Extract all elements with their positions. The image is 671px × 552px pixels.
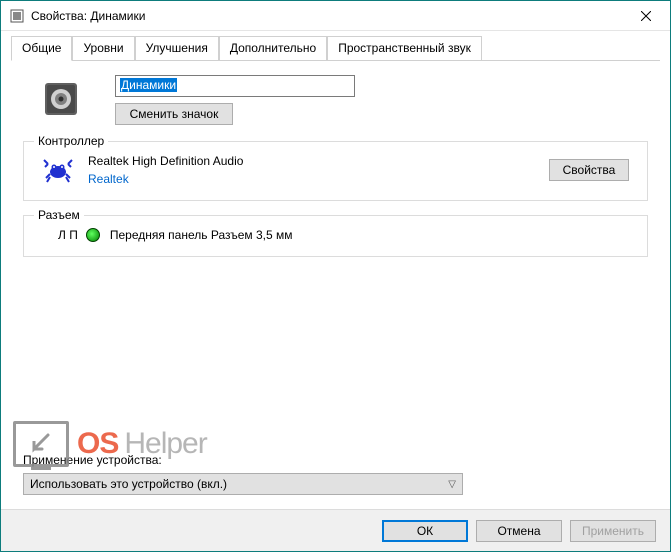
usage-select[interactable]: Использовать это устройство (вкл.) ▽ (23, 473, 463, 495)
ok-button[interactable]: ОК (382, 520, 468, 542)
controller-row: Realtek High Definition Audio Realtek Св… (38, 154, 633, 186)
tab-label: Улучшения (146, 41, 208, 55)
properties-window: Свойства: Динамики Общие Уровни Улучшени… (0, 0, 671, 552)
controller-name: Realtek High Definition Audio (88, 154, 549, 168)
tab-label: Пространственный звук (338, 41, 471, 55)
tab-general[interactable]: Общие (11, 36, 72, 61)
controller-group-title: Контроллер (34, 134, 108, 148)
jack-row: Л П Передняя панель Разъем 3,5 мм (38, 228, 633, 242)
jack-group-title: Разъем (34, 208, 84, 222)
controller-text: Realtek High Definition Audio Realtek (88, 154, 549, 186)
jack-description: Передняя панель Разъем 3,5 мм (110, 228, 293, 242)
change-icon-button[interactable]: Сменить значок (115, 103, 233, 125)
button-label: Отмена (497, 524, 540, 538)
controller-vendor-link[interactable]: Realtek (88, 172, 549, 186)
speaker-icon (43, 81, 79, 117)
controller-group: Контроллер Realtek High Definition Audio (23, 141, 648, 201)
cancel-button[interactable]: Отмена (476, 520, 562, 542)
controller-properties-button[interactable]: Свойства (549, 159, 629, 181)
tabs-container: Общие Уровни Улучшения Дополнительно Про… (1, 31, 670, 61)
watermark-os: OS (77, 427, 118, 461)
titlebar[interactable]: Свойства: Динамики (1, 1, 670, 31)
device-fields: Динамики Сменить значок (115, 75, 355, 125)
close-button[interactable] (623, 1, 668, 30)
window-title: Свойства: Динамики (31, 9, 623, 23)
apply-button[interactable]: Применить (570, 520, 656, 542)
button-label: ОК (417, 524, 433, 538)
device-name-input[interactable]: Динамики (115, 75, 355, 97)
tab-spatial[interactable]: Пространственный звук (327, 36, 482, 60)
button-label: Применить (582, 524, 644, 538)
realtek-crab-icon (42, 154, 74, 186)
watermark-monitor-icon (13, 421, 69, 467)
dialog-footer: ОК Отмена Применить (1, 509, 670, 551)
tab-label: Уровни (83, 41, 123, 55)
tab-enhancements[interactable]: Улучшения (135, 36, 219, 60)
tab-label: Дополнительно (230, 41, 316, 55)
window-icon (9, 8, 25, 24)
device-name-text: Динамики (120, 78, 177, 92)
tab-advanced[interactable]: Дополнительно (219, 36, 327, 60)
watermark: OS Helper (13, 421, 207, 467)
tab-content: Динамики Сменить значок Контроллер (1, 61, 670, 509)
tab-bar: Общие Уровни Улучшения Дополнительно Про… (11, 36, 660, 61)
tab-levels[interactable]: Уровни (72, 36, 134, 60)
usage-selected-value: Использовать это устройство (вкл.) (30, 477, 227, 491)
jack-color-dot (86, 228, 100, 242)
chevron-down-icon: ▽ (448, 479, 456, 490)
device-info-row: Динамики Сменить значок (23, 75, 648, 125)
tab-label: Общие (22, 41, 61, 55)
button-label: Свойства (563, 163, 616, 177)
jack-group: Разъем Л П Передняя панель Разъем 3,5 мм (23, 215, 648, 257)
lr-label: Л П (58, 228, 78, 242)
button-label: Сменить значок (130, 107, 219, 121)
watermark-helper: Helper (124, 427, 206, 461)
close-icon (641, 11, 651, 21)
